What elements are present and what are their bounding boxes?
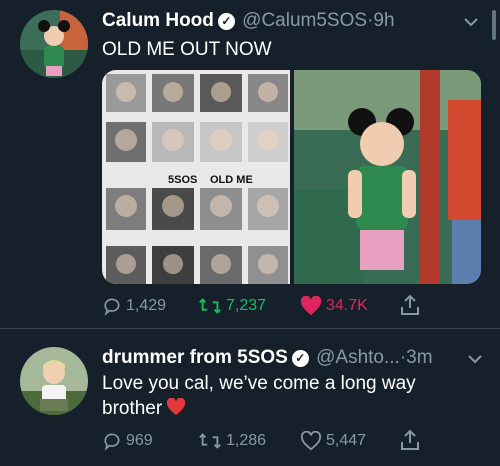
display-name[interactable]: drummer from 5SOS — [102, 347, 288, 368]
retweet-button[interactable]: 1,286 — [198, 431, 266, 451]
display-name[interactable]: Calum Hood — [102, 10, 214, 31]
timestamp[interactable]: 9h — [373, 10, 394, 31]
tweet-header: Calum Hood ✓ @Calum5SOS·9h — [102, 10, 395, 32]
like-button[interactable]: 5,447 — [300, 431, 366, 451]
tweet-text-line-2-words: brother — [102, 398, 163, 419]
retweet-count: 1,286 — [226, 432, 267, 449]
tweet-drummer[interactable]: drummer from 5SOS ✓ @Ashto...·3m Love you… — [0, 329, 500, 466]
reply-count: 1,429 — [126, 297, 167, 314]
media-caption-right: OLD ME — [210, 174, 253, 186]
tweet-text: OLD ME OUT NOW — [102, 39, 272, 60]
reply-icon — [104, 433, 120, 451]
chevron-down-icon[interactable] — [464, 14, 478, 30]
heart-filled-icon — [300, 296, 322, 316]
tweet-text-line-1: Love you cal, we’ve come a long way — [102, 373, 416, 394]
verified-badge-icon: ✓ — [217, 13, 235, 30]
tweet-text-line-2: brother — [102, 396, 416, 423]
retweet-button[interactable]: 7,237 — [198, 296, 266, 316]
reply-count: 969 — [126, 432, 153, 449]
media-image: 5SOS OLD ME — [102, 70, 481, 284]
tweet-media[interactable]: 5SOS OLD ME — [102, 70, 481, 284]
reply-button[interactable]: 969 — [102, 431, 153, 451]
share-icon — [401, 429, 419, 450]
red-heart-emoji-icon — [166, 397, 186, 423]
retweet-icon — [199, 433, 221, 449]
avatar[interactable] — [20, 10, 88, 78]
tweet-header: drummer from 5SOS ✓ @Ashto...·3m — [102, 347, 433, 369]
avatar[interactable] — [20, 347, 88, 415]
handle[interactable]: @Ashto... — [316, 347, 400, 368]
tweet-calum[interactable]: Calum Hood ✓ @Calum5SOS·9h OLD ME OUT NOW — [0, 0, 500, 328]
tweet-text: Love you cal, we’ve come a long way brot… — [102, 371, 416, 423]
share-button[interactable] — [400, 429, 424, 451]
retweet-icon — [199, 298, 221, 314]
verified-badge-icon: ✓ — [291, 350, 309, 367]
media-caption-left: 5SOS — [168, 174, 197, 186]
chevron-down-icon[interactable] — [468, 351, 482, 367]
timestamp[interactable]: 3m — [406, 347, 432, 368]
like-count: 5,447 — [326, 432, 367, 449]
retweet-count: 7,237 — [226, 297, 267, 314]
like-button[interactable]: 34.7K — [300, 296, 368, 316]
share-icon — [401, 294, 419, 315]
like-count: 34.7K — [326, 297, 368, 314]
heart-outline-icon — [300, 431, 322, 451]
scrollbar[interactable] — [492, 10, 496, 40]
reply-icon — [104, 298, 120, 316]
share-button[interactable] — [400, 294, 424, 316]
handle[interactable]: @Calum5SOS — [242, 10, 367, 31]
reply-button[interactable]: 1,429 — [102, 296, 166, 316]
